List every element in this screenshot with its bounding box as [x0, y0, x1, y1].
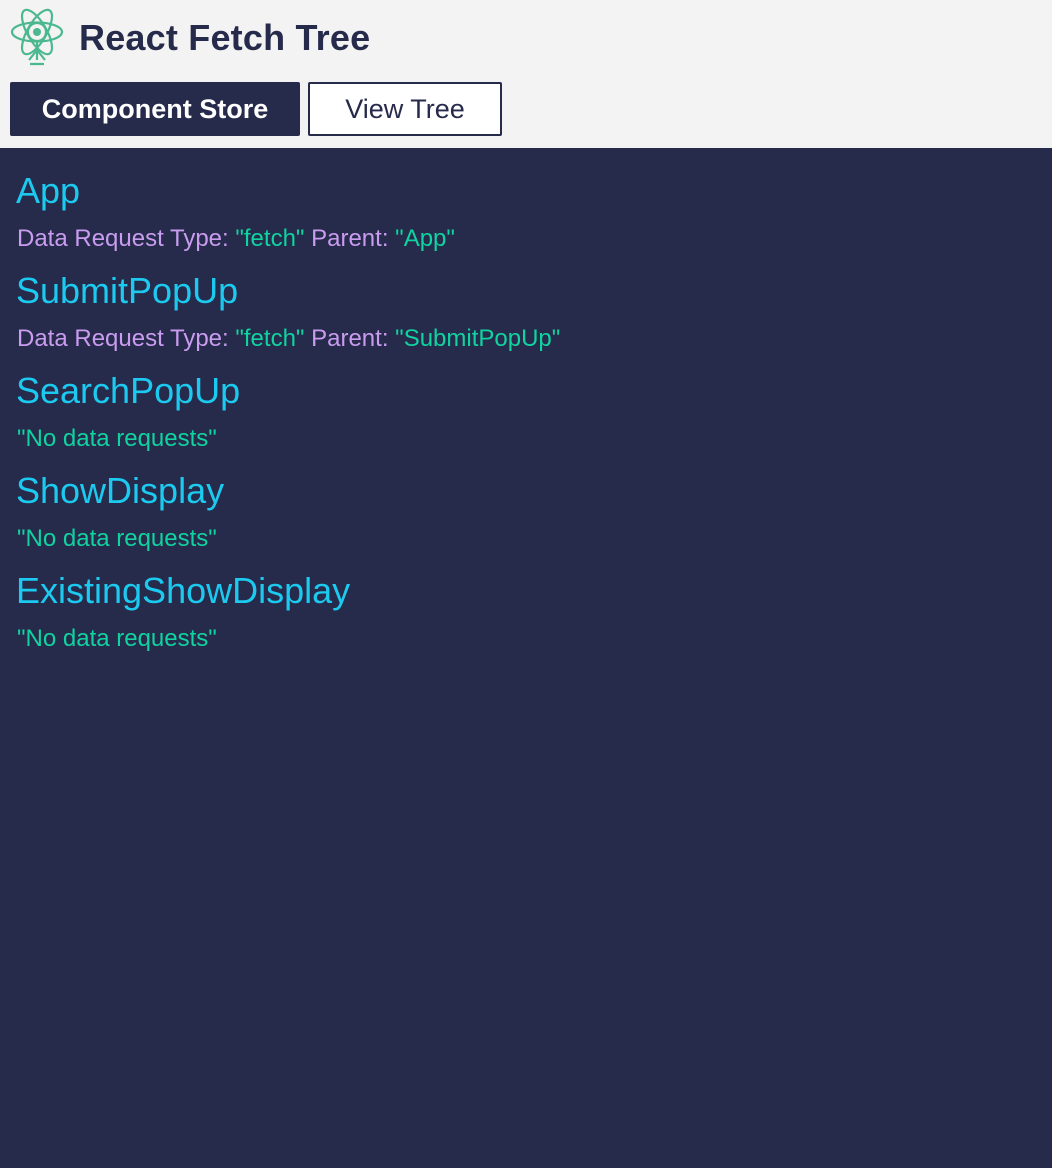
parent-value: "SubmitPopUp"	[395, 325, 561, 352]
component-list: App Data Request Type: "fetch" Parent: "…	[0, 148, 1052, 1168]
component-requests: Data Request Type: "fetch" Parent: "Subm…	[17, 323, 1036, 355]
data-request-type-value: "fetch"	[235, 325, 305, 352]
parent-label: Parent:	[311, 225, 389, 252]
brand: React Fetch Tree	[9, 8, 370, 68]
data-request-type-label: Data Request Type:	[17, 225, 229, 252]
component-node: SubmitPopUp Data Request Type: "fetch" P…	[16, 268, 1036, 355]
react-atom-icon	[10, 8, 64, 66]
app-root: React Fetch Tree Component Store View Tr…	[0, 0, 1052, 1168]
app-title: React Fetch Tree	[79, 17, 371, 58]
component-name: ShowDisplay	[16, 470, 225, 511]
data-request-type-value: "fetch"	[235, 225, 305, 252]
component-requests: Data Request Type: "fetch" Parent: "App"	[17, 223, 1036, 255]
view-switcher: Component Store View Tree	[10, 82, 502, 136]
component-requests: "No data requests"	[17, 423, 1036, 455]
parent-value: "App"	[395, 225, 455, 252]
component-name: App	[16, 170, 81, 211]
component-name: SubmitPopUp	[16, 270, 239, 311]
no-data-requests-text: "No data requests"	[17, 625, 217, 652]
component-requests: "No data requests"	[17, 623, 1036, 655]
component-node: ExistingShowDisplay "No data requests"	[16, 568, 1036, 655]
component-store-button[interactable]: Component Store	[10, 82, 300, 136]
view-tree-button[interactable]: View Tree	[308, 82, 502, 136]
no-data-requests-text: "No data requests"	[17, 425, 217, 452]
component-name: ExistingShowDisplay	[16, 570, 351, 611]
component-node: SearchPopUp "No data requests"	[16, 368, 1036, 455]
header: React Fetch Tree Component Store View Tr…	[0, 0, 1052, 148]
component-name: SearchPopUp	[16, 370, 241, 411]
parent-label: Parent:	[311, 325, 389, 352]
component-node: App Data Request Type: "fetch" Parent: "…	[16, 168, 1036, 255]
component-requests: "No data requests"	[17, 523, 1036, 555]
data-request-type-label: Data Request Type:	[17, 325, 229, 352]
component-node: ShowDisplay "No data requests"	[16, 468, 1036, 555]
no-data-requests-text: "No data requests"	[17, 525, 217, 552]
